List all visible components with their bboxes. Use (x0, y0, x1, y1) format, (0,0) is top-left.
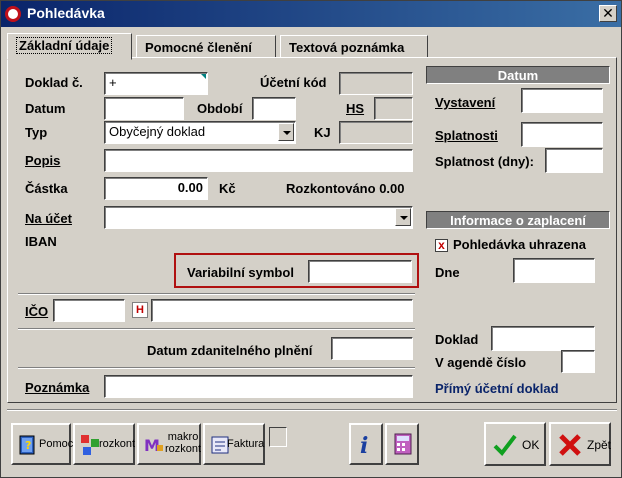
datum-zdan-label: Datum zdanitelného plnění (147, 343, 313, 358)
castka-label: Částka (25, 181, 68, 196)
bottom-toolbar: ? Pomoc rozkont M makro rozkont Faktura i… (7, 409, 617, 471)
main-panel: Doklad č. + Účetní kód Datum Období HS T… (7, 57, 617, 403)
splatnost-dny-input[interactable] (545, 148, 603, 173)
datum-label: Datum (25, 101, 66, 116)
splatnost-dny-label: Splatnost (dny): (435, 154, 534, 169)
firma-input[interactable] (151, 299, 413, 322)
variabilni-input[interactable] (308, 260, 412, 283)
agenda-label: V agendě číslo (435, 355, 527, 370)
vystaveni-input[interactable] (521, 88, 603, 113)
poznamka-input[interactable] (104, 375, 413, 398)
datum-input[interactable] (104, 97, 184, 120)
obdobi-label: Období (197, 101, 243, 116)
rozkont-button[interactable]: rozkont (73, 423, 135, 465)
calculator-button[interactable] (385, 423, 419, 465)
cancel-x-icon (559, 434, 581, 456)
uhrazena-checkbox[interactable]: x (435, 239, 448, 252)
rozkont-icon (81, 435, 99, 455)
doklad-input[interactable]: + (104, 72, 208, 95)
makro-rozkont-button[interactable]: M makro rozkont (137, 423, 201, 465)
iban-label: IBAN (25, 234, 57, 249)
svg-text:i: i (360, 433, 368, 457)
chevron-down-icon[interactable] (278, 123, 294, 141)
vystaveni-label: Vystavení (435, 95, 496, 110)
close-icon: ✕ (602, 5, 614, 21)
kj-label: KJ (314, 125, 331, 140)
na-ucet-select[interactable] (104, 206, 413, 229)
castka-input[interactable]: 0.00 (104, 177, 208, 200)
ico-label: IČO (25, 304, 49, 319)
title-bar: Pohledávka ✕ (1, 1, 621, 27)
dne-input[interactable] (513, 258, 595, 283)
primy-ucetni-doklad-link[interactable]: Přímý účetní doklad (435, 381, 559, 396)
hs-label: HS (346, 101, 365, 116)
checkmark-icon (493, 434, 517, 457)
obdobi-input[interactable] (252, 97, 296, 120)
divider (18, 367, 415, 369)
popis-label: Popis (25, 153, 61, 168)
chevron-down-icon[interactable] (395, 208, 411, 226)
doklad-label: Doklad č. (25, 75, 83, 90)
divider (7, 409, 617, 411)
info-icon: i (360, 433, 368, 457)
poznamka-label: Poznámka (25, 380, 90, 395)
rozkontovano-label: Rozkontováno 0.00 (286, 181, 405, 196)
typ-label: Typ (25, 125, 48, 140)
payment-doklad-label: Doklad (435, 332, 479, 347)
payment-doklad-input[interactable] (491, 326, 595, 351)
svg-text:?: ? (25, 439, 31, 452)
hs-input[interactable] (374, 97, 413, 120)
currency-label: Kč (219, 181, 236, 196)
pomoc-button[interactable]: ? Pomoc (11, 423, 73, 465)
agenda-input[interactable] (561, 350, 595, 373)
typ-select[interactable]: Obyčejný doklad (104, 121, 296, 144)
payment-section-header: Informace o zaplacení (426, 211, 610, 229)
uhrazena-label: Pohledávka uhrazena (453, 237, 586, 252)
close-button[interactable]: ✕ (599, 5, 617, 22)
ico-input[interactable] (53, 299, 125, 322)
dne-label: Dne (435, 265, 460, 280)
status-box (269, 427, 287, 447)
app-logo-icon (5, 6, 21, 22)
datum-section-header: Datum (426, 66, 610, 84)
ucetni-kod-input[interactable] (339, 72, 413, 95)
tab-textova-poznamka[interactable]: Textová poznámka (280, 35, 428, 59)
hledat-button[interactable]: H (132, 302, 148, 318)
window-title: Pohledávka (27, 5, 105, 21)
iban-value (104, 230, 413, 251)
dialog-window: Pohledávka ✕ Základní údaje Pomocné člen… (0, 0, 622, 478)
calculator-icon (394, 433, 412, 455)
na-ucet-label: Na účet (25, 211, 72, 226)
kj-input[interactable] (339, 121, 413, 144)
info-button[interactable]: i (349, 423, 383, 465)
ok-button[interactable]: OK (484, 422, 546, 466)
zpet-button[interactable]: Zpět (549, 422, 611, 466)
splatnosti-input[interactable] (521, 122, 603, 147)
ucetni-kod-label: Účetní kód (260, 75, 327, 90)
tab-pomocne-cleneni[interactable]: Pomocné členění (136, 35, 276, 59)
splatnosti-label: Splatnosti (435, 128, 498, 143)
makro-icon: M (144, 436, 163, 455)
variabilni-label: Variabilní symbol (187, 265, 294, 280)
help-book-icon: ? (19, 435, 35, 455)
faktura-button[interactable]: Faktura (203, 423, 265, 465)
datum-zdan-input[interactable] (331, 337, 413, 360)
divider (18, 328, 415, 330)
tab-zakladni-udaje[interactable]: Základní údaje (7, 33, 132, 60)
popis-input[interactable] (104, 149, 413, 172)
divider (18, 293, 415, 295)
